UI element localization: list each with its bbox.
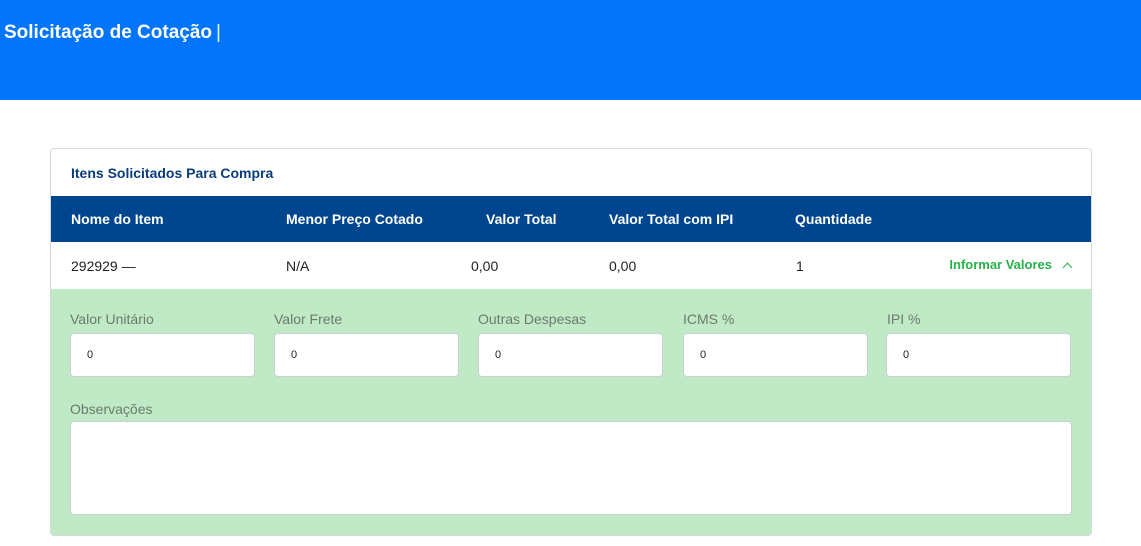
table-header: Nome do Item Menor Preço Cotado Valor To… [51, 196, 1091, 242]
page-title: Solicitação de Cotação | [4, 22, 221, 44]
title-separator: | [216, 22, 221, 43]
items-card: Itens Solicitados Para Compra Nome do It… [50, 148, 1092, 536]
table-row: 292929 — N/A 0,00 0,00 1 Informar Valore… [51, 242, 1091, 289]
label-icms: ICMS % [683, 311, 735, 327]
cell-valor-total-ipi: 0,00 [609, 258, 637, 274]
main-content: Itens Solicitados Para Compra Nome do It… [4, 100, 1141, 546]
column-header-valor-total-ipi: Valor Total com IPI [609, 211, 734, 227]
cell-nome: 292929 — [71, 258, 136, 274]
informar-valores-label: Informar Valores [949, 257, 1052, 272]
label-observacoes: Observações [70, 401, 153, 417]
cell-valor-total: 0,00 [471, 258, 499, 274]
cell-menor-preco: N/A [286, 258, 310, 274]
informar-valores-toggle[interactable]: Informar Valores [949, 257, 1073, 273]
detail-panel: Valor Unitário Valor Frete Outras Despes… [51, 289, 1091, 535]
label-valor-unitario: Valor Unitário [70, 311, 154, 327]
input-ipi[interactable] [886, 333, 1071, 377]
app-header: Solicitação de Cotação | [0, 0, 1141, 100]
column-header-quantidade: Quantidade [795, 211, 873, 227]
input-valor-unitario[interactable] [70, 333, 255, 377]
label-outras-despesas: Outras Despesas [478, 311, 587, 327]
column-header-menor-preco: Menor Preço Cotado [286, 211, 423, 227]
column-header-valor-total: Valor Total [486, 211, 557, 227]
observacoes-textarea[interactable] [70, 421, 1072, 515]
label-ipi: IPI % [887, 311, 921, 327]
card-title: Itens Solicitados Para Compra [71, 165, 274, 181]
chevron-up-icon [1062, 262, 1073, 273]
cell-quantidade: 1 [796, 258, 804, 274]
input-icms[interactable] [683, 333, 868, 377]
input-outras-despesas[interactable] [478, 333, 663, 377]
label-valor-frete: Valor Frete [274, 311, 343, 327]
page-title-text: Solicitação de Cotação [4, 22, 213, 43]
input-valor-frete[interactable] [274, 333, 459, 377]
column-header-nome: Nome do Item [71, 211, 164, 227]
